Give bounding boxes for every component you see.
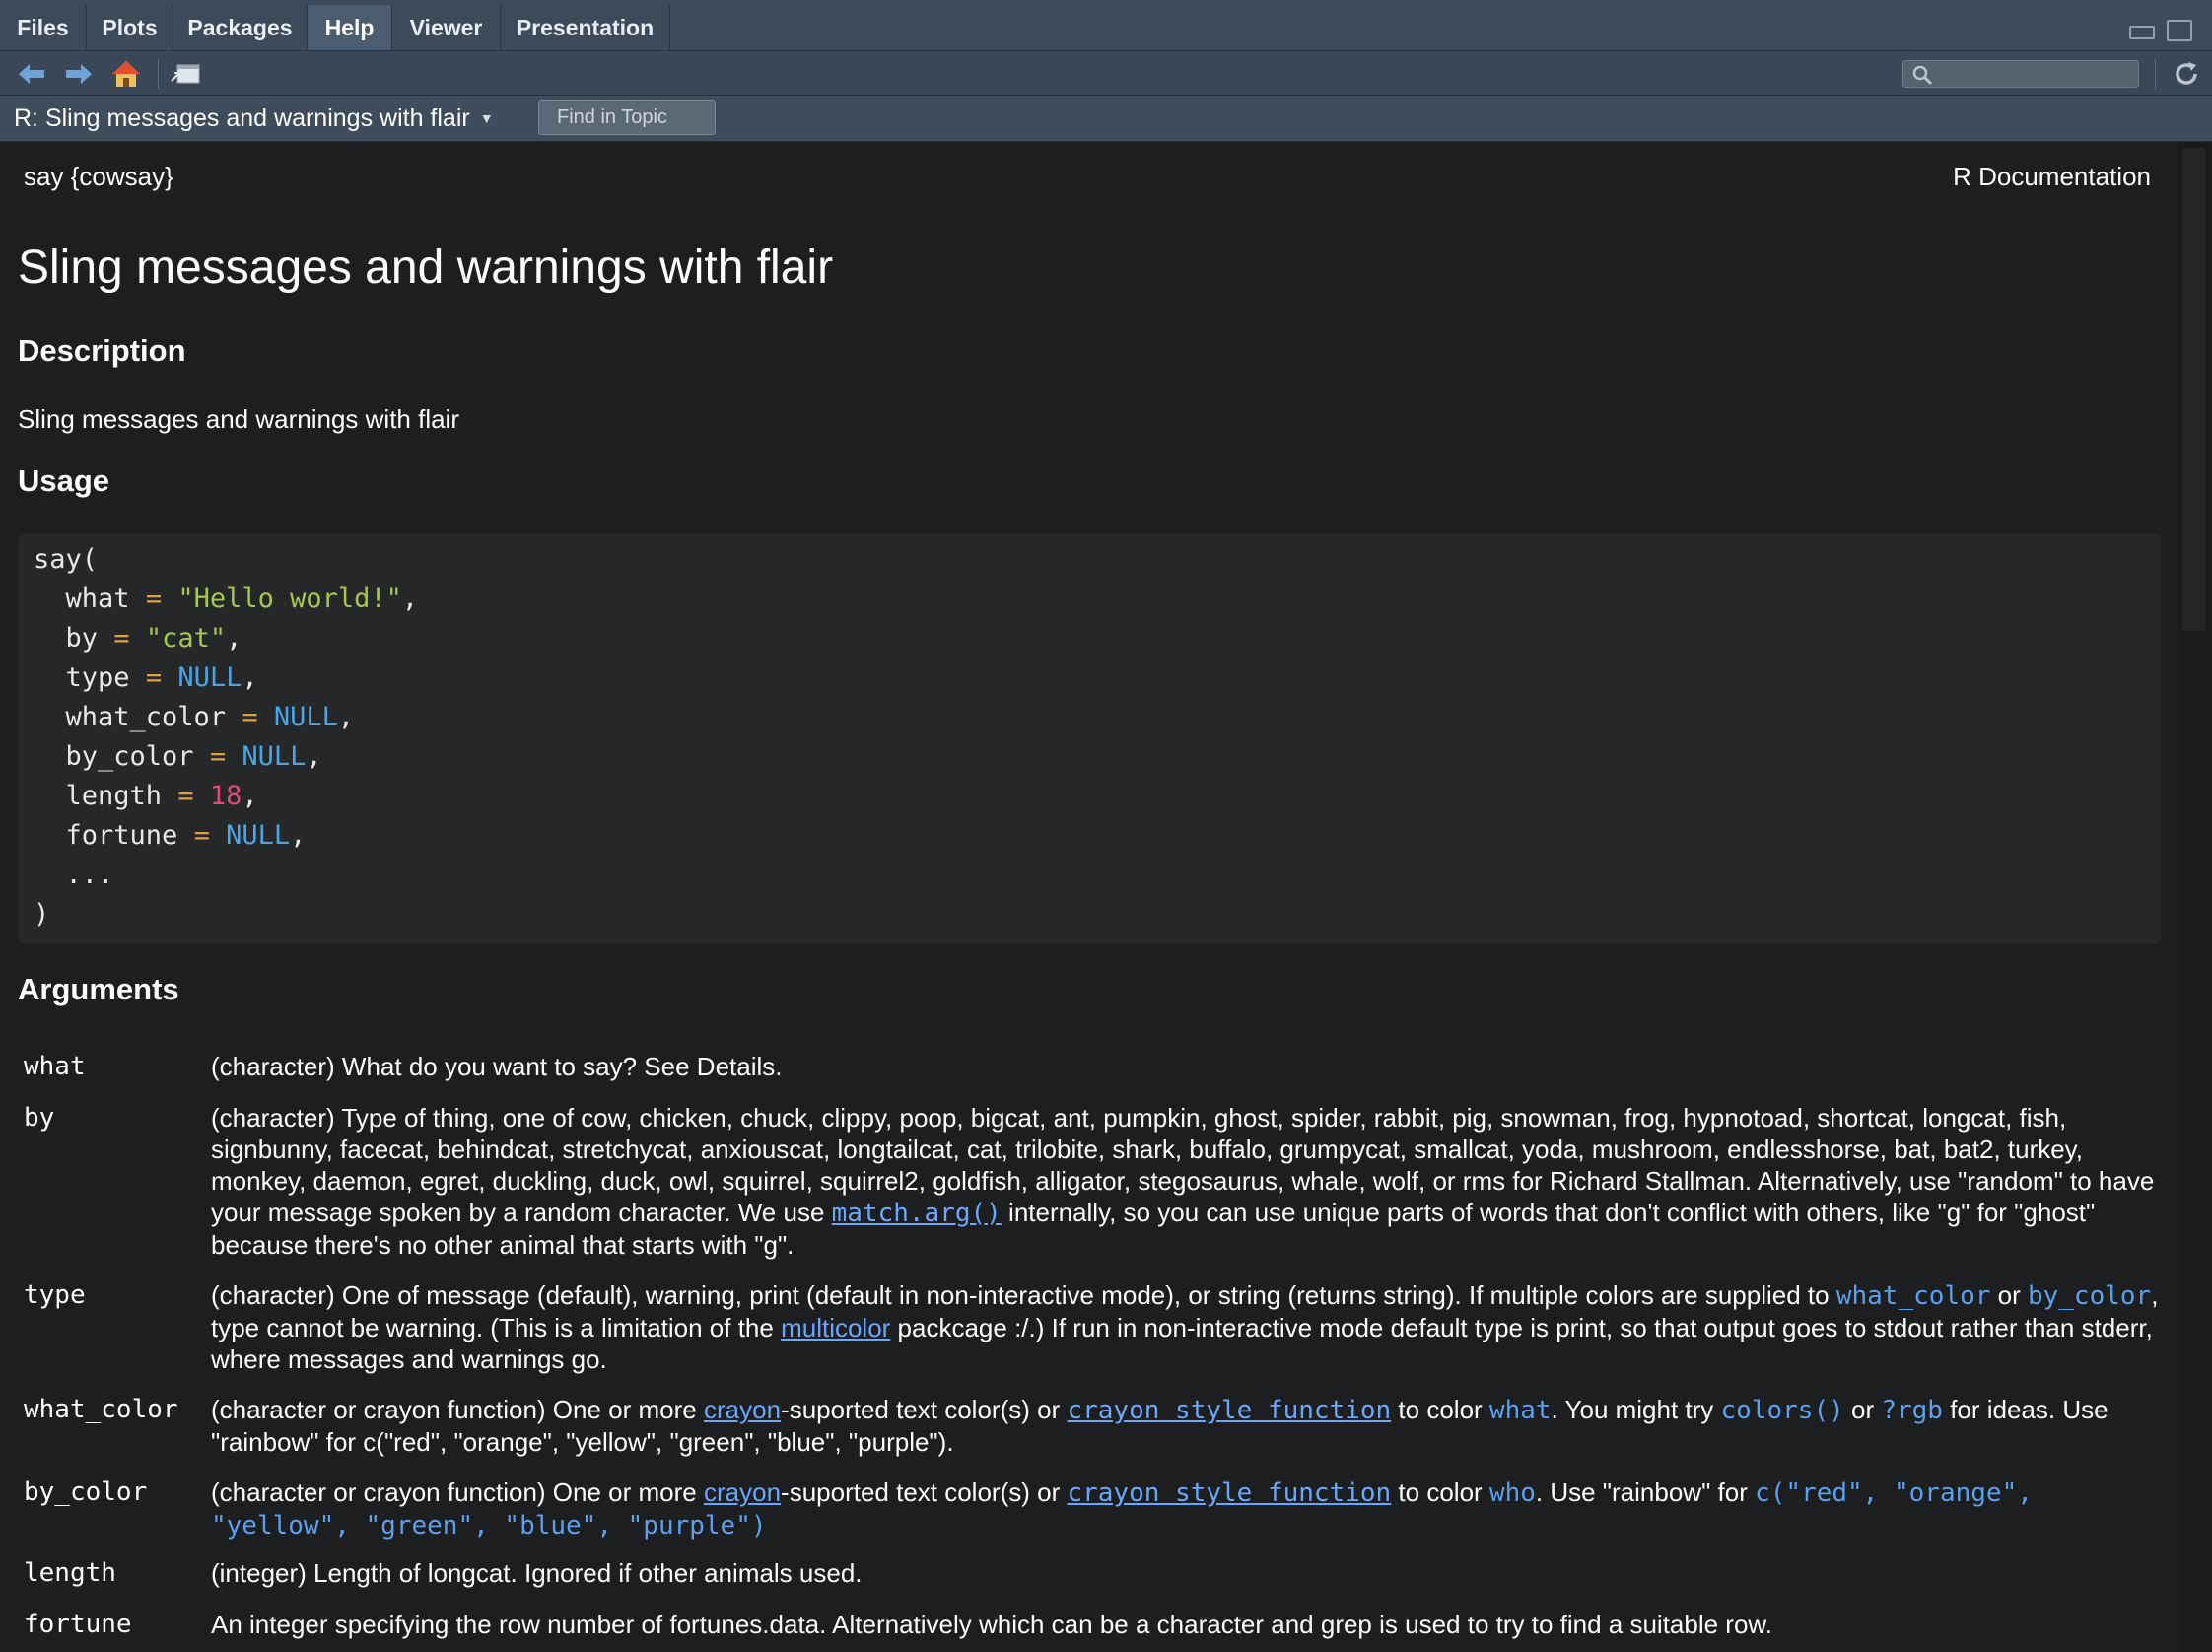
code-fn-open: say( (34, 544, 99, 575)
argument-description: (integer) Length of longcat. Ignored if … (211, 1558, 863, 1588)
code-fn-close: ) (34, 899, 50, 929)
crayon-link[interactable]: crayon (704, 1478, 781, 1507)
tab-label: Help (324, 14, 375, 40)
desc-text: (character or crayon function) One or mo… (211, 1395, 704, 1424)
tab-presentation[interactable]: Presentation (501, 5, 670, 50)
tab-files[interactable]: Files (0, 5, 87, 50)
argument-description: An integer specifying the row number of … (211, 1610, 1772, 1639)
inline-code: what (1488, 1396, 1552, 1425)
topic-bar: R: Sling messages and warnings with flai… (0, 96, 2212, 142)
search-icon (1912, 65, 1933, 86)
back-arrow-icon[interactable] (16, 58, 47, 90)
crayon-link[interactable]: crayon (704, 1395, 781, 1424)
argument-description: (character) One of message (default), wa… (211, 1279, 2173, 1375)
minimize-icon[interactable] (2129, 26, 2155, 39)
arguments-heading: Arguments (18, 972, 179, 1006)
desc-text: . Use "rainbow" for (1535, 1478, 1756, 1507)
argument-name: fortune (24, 1610, 132, 1639)
code-arg-name: what_color (65, 702, 227, 732)
tab-label: Presentation (516, 14, 655, 40)
code-arg-name: fortune (65, 820, 178, 851)
maximize-icon[interactable] (2167, 20, 2192, 41)
argument-name: what_color (24, 1395, 178, 1424)
desc-text: to color (1391, 1478, 1489, 1507)
refresh-icon[interactable] (2171, 58, 2202, 90)
usage-code-block: say( what = "Hello world!", by = "cat", … (18, 534, 2161, 944)
inline-code: what_color (1835, 1281, 1991, 1311)
code-arg-name: what (65, 584, 130, 614)
desc-text: -suported text color(s) or (781, 1478, 1068, 1507)
doc-header: say {cowsay} R Documentation (24, 162, 2155, 192)
desc-text: or (1990, 1280, 2028, 1310)
tab-label: Plots (102, 14, 158, 40)
scrollbar-thumb[interactable] (2182, 148, 2206, 631)
argument-description: (character or crayon function) One or mo… (211, 1394, 2173, 1458)
argument-description: (character or crayon function) One or mo… (211, 1477, 2173, 1542)
argument-description: (character) Type of thing, one of cow, c… (211, 1102, 2173, 1261)
code-arg-name: by (65, 623, 99, 654)
code-arg-name: by_color (65, 741, 194, 772)
code-arg-name: length (65, 781, 163, 811)
tab-label: Viewer (409, 14, 483, 40)
code-arg-value: NULL (273, 702, 338, 732)
code-arg-value: NULL (177, 662, 242, 693)
code-dots: ... (65, 860, 114, 890)
tab-viewer[interactable]: Viewer (392, 5, 501, 50)
description-text: Sling messages and warnings with flair (18, 404, 459, 434)
argument-description: (character) What do you want to say? See… (211, 1052, 783, 1081)
tab-help[interactable]: Help (308, 5, 392, 50)
page-title: Sling messages and warnings with flair (18, 241, 834, 294)
code-arg-value: "Hello world!" (177, 584, 402, 614)
desc-text: (character or crayon function) One or mo… (211, 1478, 704, 1507)
tab-plots[interactable]: Plots (87, 5, 173, 50)
code-arg-value: NULL (226, 820, 291, 851)
show-in-window-icon[interactable] (170, 58, 201, 90)
desc-text: to color (1391, 1395, 1489, 1424)
r-documentation-label: R Documentation (1953, 162, 2151, 191)
find-in-topic-input[interactable] (538, 100, 716, 135)
desc-text: -suported text color(s) or (781, 1395, 1068, 1424)
desc-text: or (1843, 1395, 1882, 1424)
inline-code: ?rgb (1881, 1396, 1943, 1425)
desc-text: (character) One of message (default), wa… (211, 1280, 1836, 1310)
inline-code: who (1488, 1479, 1536, 1508)
code-arg-name: type (65, 662, 130, 693)
topic-dropdown[interactable]: R: Sling messages and warnings with flai… (14, 96, 494, 141)
inline-code: colors() (1720, 1396, 1844, 1425)
pane-tab-bar: Files Plots Packages Help Viewer Present… (0, 0, 2212, 51)
crayon-style-function-link[interactable]: crayon style function (1067, 1479, 1391, 1508)
help-search-input[interactable] (1902, 60, 2139, 88)
desc-text: . You might try (1551, 1395, 1721, 1424)
forward-arrow-icon[interactable] (63, 58, 95, 90)
argument-name: by (24, 1103, 55, 1133)
argument-name: what (24, 1052, 86, 1081)
argument-name: by_color (24, 1478, 148, 1507)
code-arg-value: 18 (209, 781, 242, 811)
help-toolbar (0, 51, 2212, 96)
inline-code: by_color (2027, 1281, 2152, 1311)
package-reference: say {cowsay} (24, 162, 173, 191)
topic-title: R: Sling messages and warnings with flai… (14, 103, 470, 132)
argument-name: length (24, 1558, 116, 1588)
usage-heading: Usage (18, 463, 110, 498)
code-arg-value: "cat" (145, 623, 227, 654)
argument-name: type (24, 1280, 86, 1310)
description-heading: Description (18, 333, 186, 368)
tab-packages[interactable]: Packages (173, 5, 308, 50)
chevron-down-icon: ▼ (479, 110, 494, 126)
multicolor-link[interactable]: multicolor (781, 1313, 890, 1342)
code-arg-value: NULL (242, 741, 307, 772)
tab-label: Files (17, 14, 69, 40)
crayon-style-function-link[interactable]: crayon style function (1067, 1396, 1391, 1425)
help-content: say {cowsay} R Documentation Sling messa… (0, 142, 2178, 1652)
home-icon[interactable] (110, 58, 142, 90)
match-arg-link[interactable]: match.arg() (832, 1199, 1002, 1228)
tab-label: Packages (187, 14, 293, 40)
